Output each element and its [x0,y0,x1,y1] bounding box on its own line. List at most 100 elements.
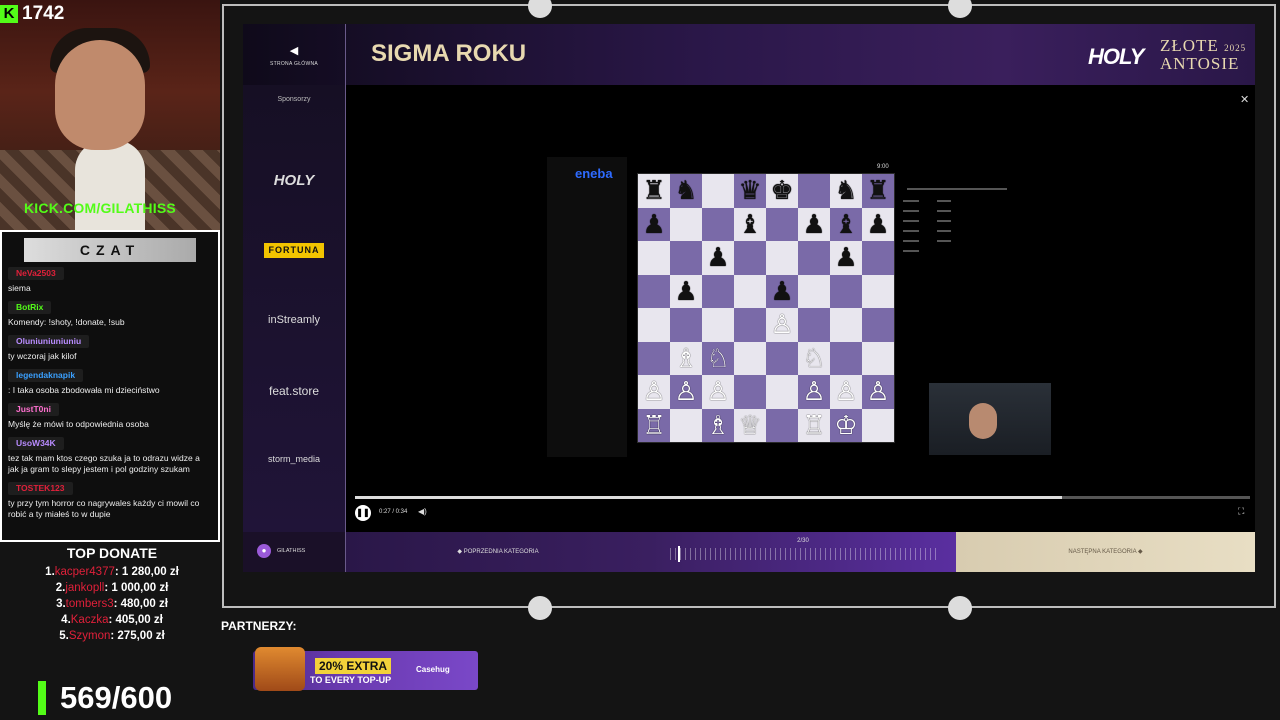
casehug-banner[interactable]: 20% EXTRA TO EVERY TOP-UP Casehug [253,647,478,691]
board-square [638,241,670,275]
donate-entry: 1.kacper4377: 1 280,00 zł [0,564,224,580]
board-square: ♞ [830,174,862,208]
board-square: ♕ [734,408,766,442]
board-square: ♚ [766,174,798,208]
chat-username[interactable]: UsoW34K [8,437,64,450]
logo-year: 2025 [1224,43,1247,53]
board-square [830,308,862,342]
board-square [702,174,734,208]
chat-text: ty przy tym horror co nagrywales każdy c… [8,498,200,519]
chat-text: ty wczoraj jak kilof [8,351,77,361]
board-square [734,274,766,308]
back-label: STRONA GŁÓWNA [269,61,319,67]
donate-entry: 4.Kaczka: 405,00 zł [0,612,224,628]
category-counter: 2/30 [797,538,809,544]
prev-category-button[interactable]: ◆ POPRZEDNIA KATEGORIA [346,532,650,572]
board-square [766,341,798,375]
board-square [862,341,894,375]
streamer-webcam [0,0,220,230]
chat-username[interactable]: Oluniuniuniuniu [8,335,90,348]
arrow-right-icon: ◆ [1136,549,1143,555]
board-square: ♟ [830,241,862,275]
chat-message: legendaknapik: I taka osoba zbodowała mi… [2,366,218,400]
board-square [670,308,702,342]
sponsor-fortuna[interactable]: FORTUNA [264,243,324,258]
top-donate-list: 1.kacper4377: 1 280,00 zł 2.jankopll: 1 0… [0,564,224,644]
goal-bar [38,681,46,715]
board-square [670,408,702,442]
username: GILATHISS [277,548,306,554]
board-square: ♙ [862,375,894,409]
sponsors-sidebar [243,85,345,532]
board-square: ♝ [734,207,766,241]
chat-message: BotRix Komendy: !shoty, !donate, !sub [2,298,218,332]
back-button[interactable]: ◀ STRONA GŁÓWNA [264,44,324,67]
board-square: ♙ [766,308,798,342]
goal-value: 569/600 [60,680,173,715]
donate-rank: 2. [55,582,66,594]
board-square: ♖ [638,408,670,442]
arrow-left-icon: ◀ [289,45,299,57]
board-square [862,274,894,308]
chat-username[interactable]: NeVa2503 [8,267,64,280]
board-square: ♙ [830,375,862,409]
chat-text: tez tak mam ktos czego szuka ja to odraz… [8,453,200,474]
volume-icon[interactable]: ◀) [418,507,427,516]
sponsor-instreamly[interactable]: inStreamly [243,314,345,326]
fullscreen-icon[interactable]: ⛶ [1238,506,1244,517]
chess-board: ♜ ♞ ♛ ♚ ♞ ♜ ♟ ♝ ♟ ♝ ♟ ♟ ♟ ♟ ♟ ♙ ♗ ♘ ♘ ♙ ♙ ♙ ♙ ♙ ♙ ♖ ♗ ♕ ♖ ♔ [637,173,895,443]
sidebar-divider [345,24,346,572]
pause-icon[interactable]: ❚❚ [355,505,371,521]
frame-ornament-icon [528,596,552,620]
chat-text: Myślę że mówi to odpowiednia osoba [8,419,149,429]
video-chess-sidebar [547,157,627,457]
board-square: ♙ [702,375,734,409]
board-square [766,241,798,275]
board-square: ♘ [798,341,830,375]
board-square: ♟ [798,207,830,241]
chat-username[interactable]: legendaknapik [8,369,84,382]
chat-username[interactable]: BotRix [8,301,52,314]
donate-name: tombers3 [65,598,114,610]
chat-title: CZAT [24,238,196,262]
sponsor-holy[interactable]: HOLY [243,172,345,189]
board-square [830,341,862,375]
board-square: ♜ [638,174,670,208]
holy-logo: HOLY [1088,44,1144,69]
top-donate-title: TOP DONATE [66,545,158,561]
chat-username[interactable]: JustT0ni [8,403,59,416]
board-square [702,274,734,308]
board-square: ♙ [638,375,670,409]
category-ticks [670,548,940,560]
board-square: ♔ [830,408,862,442]
chat-text: Komendy: !shoty, !donate, !sub [8,317,125,327]
treasure-chest-icon [255,647,305,691]
chat-panel: CZAT NeVa2503 siema BotRix Komendy: !shoty,… [0,230,220,542]
close-icon[interactable]: ✕ [1240,93,1249,106]
board-square: ♗ [702,408,734,442]
sponsor-storm-media[interactable]: storm_media [243,454,345,464]
board-square [766,207,798,241]
board-square [702,308,734,342]
chat-username[interactable]: TOSTEK123 [8,482,73,495]
viewer-count-value: 1742 [22,3,65,24]
donate-rank: 5. [59,630,69,642]
board-square: ♟ [766,274,798,308]
eneba-logo: eneba [575,166,613,181]
board-square [798,241,830,275]
donate-rank: 1. [45,566,55,578]
frame-ornament-icon [948,596,972,620]
board-square: ♝ [830,207,862,241]
donate-name: Szymon [68,630,111,642]
zlote-antosie-logo: ZŁOTE 2025 ANTOSIE [1160,36,1247,72]
board-square [734,375,766,409]
board-square: ♛ [734,174,766,208]
next-category-button[interactable]: NASTĘPNA KATEGORIA ◆ [956,532,1255,572]
board-square: ♙ [798,375,830,409]
banner-pct: 20% EXTRA [315,658,392,674]
donate-amount: : 1 280,00 zł [114,566,179,578]
logo-zlote: ZŁOTE [1160,36,1219,55]
board-square: ♟ [862,207,894,241]
avatar[interactable]: ● [257,544,271,558]
sponsor-featstore[interactable]: feat.store [243,384,345,398]
